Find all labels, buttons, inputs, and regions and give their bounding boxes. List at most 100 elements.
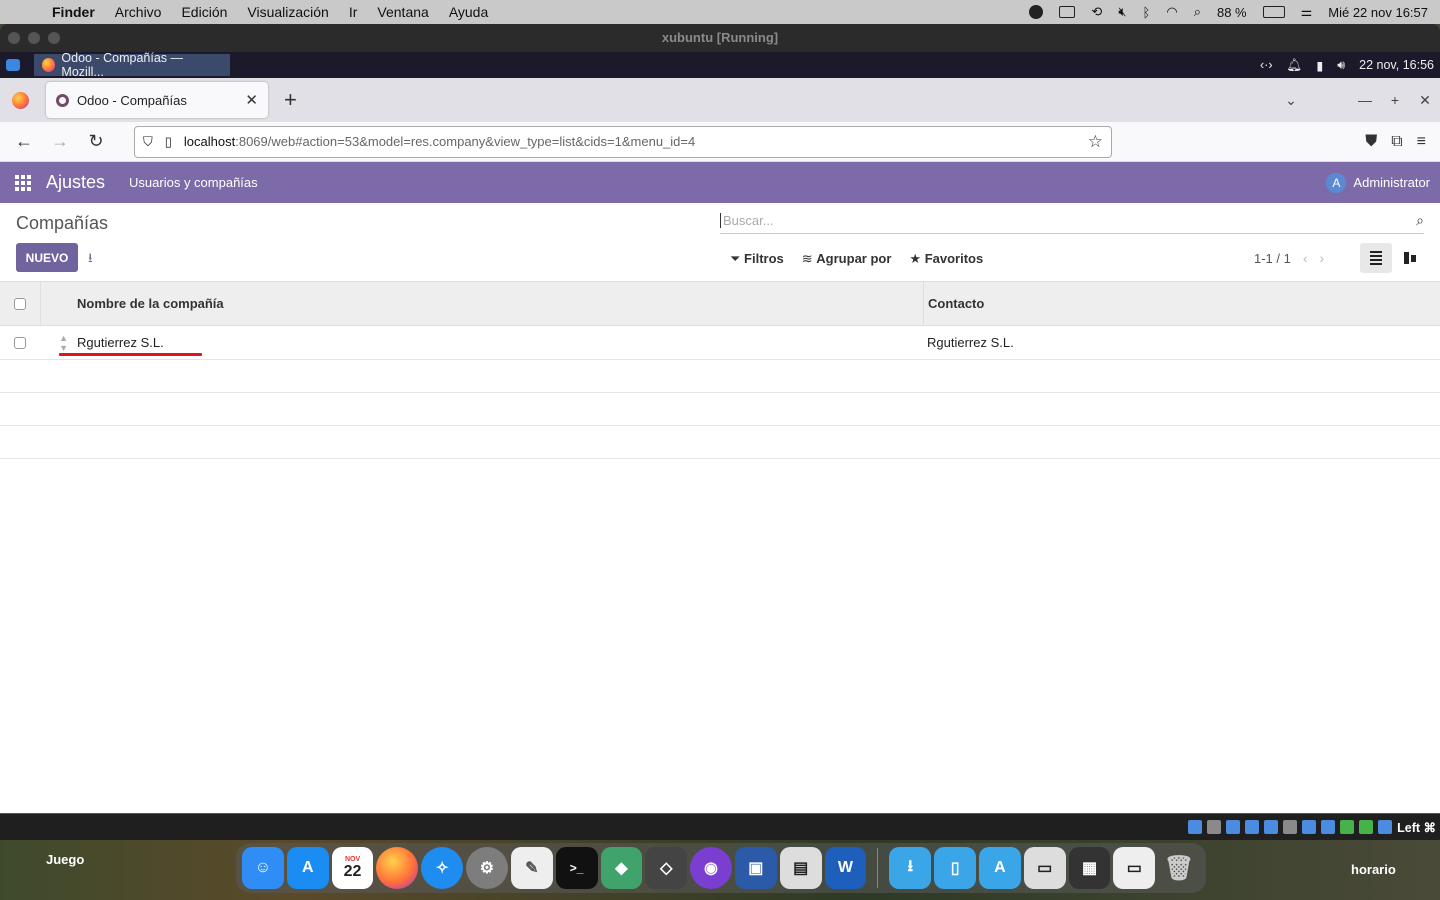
- recent-word-icon[interactable]: ▭: [1113, 847, 1156, 889]
- system-settings-icon[interactable]: ⚙: [466, 847, 508, 889]
- menu-ir[interactable]: Ir: [349, 4, 358, 20]
- desktop-folder-juego[interactable]: Juego: [46, 852, 84, 867]
- maximize-icon[interactable]: +: [1380, 92, 1410, 108]
- vm-clock[interactable]: 22 nov, 16:56: [1359, 58, 1434, 72]
- kanban-view-icon[interactable]: [1394, 243, 1426, 273]
- mute-icon[interactable]: 🔇︎: [1118, 4, 1126, 20]
- grammarly-icon[interactable]: [1029, 5, 1044, 19]
- firefox-view-icon[interactable]: [0, 91, 40, 109]
- control-center-icon[interactable]: ⚌: [1301, 4, 1313, 20]
- vm-window-icon[interactable]: ▤: [779, 847, 822, 889]
- unity-icon[interactable]: ◇: [645, 847, 688, 889]
- pager-value[interactable]: 1-1 / 1: [1254, 251, 1291, 266]
- apps-menu-icon[interactable]: [0, 174, 46, 191]
- search-icon[interactable]: ⌕: [1416, 212, 1424, 229]
- battery-icon[interactable]: ▮: [1316, 58, 1323, 73]
- column-header-contact[interactable]: Contacto: [923, 282, 1440, 325]
- cpu-icon[interactable]: [1340, 820, 1355, 834]
- reload-icon[interactable]: ↻: [78, 131, 114, 152]
- taskbar-firefox[interactable]: Odoo - Compañías — Mozill...: [34, 51, 230, 79]
- app-name[interactable]: Ajustes: [46, 172, 105, 193]
- usb-icon[interactable]: [1264, 820, 1279, 834]
- vm-box-icon[interactable]: ▣: [734, 847, 777, 889]
- new-tab-button[interactable]: +: [284, 87, 297, 113]
- arrow-down-icon[interactable]: [1378, 820, 1393, 834]
- page-icon[interactable]: ▯: [165, 134, 172, 150]
- extensions-icon[interactable]: ⧉: [1391, 133, 1402, 151]
- menu-usuarios-companias[interactable]: Usuarios y compañías: [129, 175, 258, 190]
- menu-ayuda[interactable]: Ayuda: [449, 4, 488, 20]
- xfce-menu-icon[interactable]: [0, 52, 26, 78]
- row-checkbox[interactable]: [0, 336, 40, 349]
- safari-icon[interactable]: ✧: [421, 847, 464, 889]
- back-icon[interactable]: ←: [6, 131, 42, 152]
- bookmark-star-icon[interactable]: ☆: [1088, 132, 1103, 152]
- battery-label[interactable]: 88 %: [1217, 5, 1247, 20]
- hdd-icon[interactable]: [1188, 820, 1203, 834]
- url-bar[interactable]: ⛉ ▯ localhost:8069/web#action=53&model=r…: [134, 125, 1112, 158]
- group-by-button[interactable]: ≋ Agrupar por: [802, 251, 892, 267]
- volume-icon[interactable]: 🔊︎: [1337, 58, 1345, 73]
- column-header-name[interactable]: Nombre de la compañía: [73, 282, 923, 325]
- optical-icon[interactable]: [1207, 820, 1222, 834]
- virtualbox-icon[interactable]: ◆: [600, 847, 643, 889]
- app-store-icon[interactable]: A: [286, 847, 329, 889]
- menu-finder[interactable]: Finder: [52, 4, 95, 20]
- minimize-window-icon[interactable]: [28, 32, 40, 44]
- filters-button[interactable]: ⏷ Filtros: [730, 251, 784, 267]
- wifi-icon[interactable]: ◠: [1166, 4, 1177, 20]
- select-all-checkbox[interactable]: [0, 297, 40, 310]
- close-window-icon[interactable]: [8, 32, 20, 44]
- network-icon[interactable]: ‹·›: [1260, 58, 1273, 72]
- display-icon[interactable]: [1302, 820, 1317, 834]
- network-adapter-icon[interactable]: [1245, 820, 1260, 834]
- time-machine-icon[interactable]: ⟲: [1091, 4, 1102, 20]
- clock[interactable]: Mié 22 nov 16:57: [1328, 5, 1428, 20]
- recent-vm-icon[interactable]: ▦: [1068, 847, 1111, 889]
- download-icon[interactable]: ⭳: [88, 249, 93, 271]
- close-tab-icon[interactable]: ✕: [245, 91, 258, 109]
- downloads-folder-icon[interactable]: ⭳: [889, 847, 932, 889]
- pager-next-icon[interactable]: ›: [1320, 250, 1325, 266]
- tab-list-chevron-icon[interactable]: ⌄: [1276, 92, 1306, 109]
- terminal-icon[interactable]: >_: [555, 847, 598, 889]
- bluetooth-icon[interactable]: ᛒ: [1143, 5, 1151, 20]
- menu-edicion[interactable]: Edición: [181, 4, 227, 20]
- recent-window-icon[interactable]: ▭: [1023, 847, 1066, 889]
- minimize-icon[interactable]: —: [1350, 92, 1380, 108]
- textedit-icon[interactable]: ✎: [510, 847, 553, 889]
- desktop-folder-horario[interactable]: horario: [1351, 862, 1396, 877]
- calendar-icon[interactable]: NOV 22: [331, 847, 374, 889]
- close-icon[interactable]: ✕: [1410, 92, 1440, 109]
- spotlight-icon[interactable]: ⌕: [1194, 4, 1201, 20]
- forward-icon[interactable]: →: [42, 131, 78, 152]
- table-row[interactable]: ▲ ▼ Rgutierrez S.L. Rgutierrez S.L.: [0, 326, 1440, 360]
- hamburger-menu-icon[interactable]: ≡: [1417, 133, 1426, 151]
- favorites-button[interactable]: ★ Favoritos: [909, 251, 983, 267]
- pager-prev-icon[interactable]: ‹: [1303, 250, 1308, 266]
- shared-folder-icon[interactable]: [1283, 820, 1298, 834]
- finder-icon[interactable]: ☺: [242, 847, 284, 889]
- search-input[interactable]: [720, 213, 1400, 228]
- menu-visualizacion[interactable]: Visualización: [247, 4, 328, 20]
- notification-bell-icon[interactable]: 🔔︎: [1287, 58, 1303, 73]
- recording-icon[interactable]: [1321, 820, 1336, 834]
- pocket-icon[interactable]: ⛊: [1365, 133, 1377, 151]
- display-icon[interactable]: [1059, 6, 1076, 18]
- zoom-window-icon[interactable]: [48, 32, 60, 44]
- tab-odoo-companias[interactable]: Odoo - Compañías ✕: [46, 82, 268, 118]
- documents-folder-icon[interactable]: ▯: [934, 847, 976, 889]
- word-icon[interactable]: W: [824, 847, 867, 889]
- menu-archivo[interactable]: Archivo: [115, 4, 162, 20]
- mouse-integration-icon[interactable]: [1359, 820, 1374, 834]
- shield-icon[interactable]: ⛉: [143, 134, 153, 150]
- trash-icon[interactable]: 🗑︎: [1158, 847, 1200, 889]
- user-menu[interactable]: A Administrator: [1326, 172, 1440, 193]
- list-view-icon[interactable]: [1360, 243, 1392, 273]
- firefox-icon[interactable]: [376, 847, 419, 889]
- github-icon[interactable]: ◉: [690, 847, 732, 889]
- menu-ventana[interactable]: Ventana: [377, 4, 428, 20]
- audio-icon[interactable]: [1226, 820, 1241, 834]
- new-button[interactable]: NUEVO: [16, 243, 78, 272]
- battery-icon[interactable]: [1262, 6, 1285, 18]
